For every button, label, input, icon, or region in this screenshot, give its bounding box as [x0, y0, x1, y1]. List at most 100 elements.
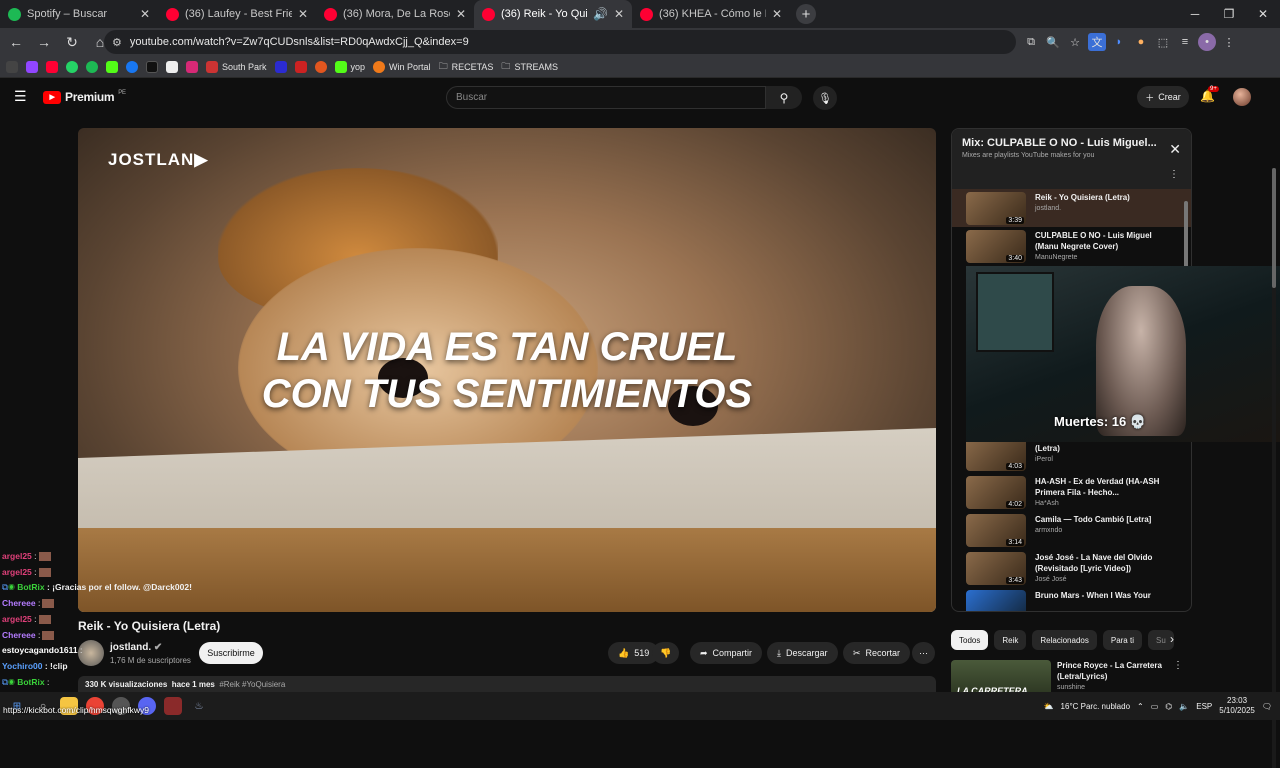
tiktok-icon[interactable]: [146, 60, 158, 73]
app-icon[interactable]: [164, 697, 182, 715]
search-input[interactable]: Buscar: [446, 86, 766, 109]
duration: 3:39: [1006, 217, 1024, 224]
share-label: Compartir: [712, 648, 753, 658]
chevron-up-icon[interactable]: ⌃: [1137, 702, 1144, 711]
tab-reik[interactable]: (36) Reik - Yo Quisiera (Letr 🔊 ✕: [474, 0, 632, 28]
create-button[interactable]: ＋ Crear: [1137, 86, 1189, 108]
close-icon[interactable]: ✕: [772, 7, 782, 21]
twitch-icon[interactable]: [26, 60, 38, 73]
amazon-icon[interactable]: [166, 60, 178, 73]
chip-todos[interactable]: Todos: [951, 630, 989, 650]
bookmark-icon[interactable]: [314, 60, 327, 73]
more-icon[interactable]: ⋮: [1169, 169, 1179, 180]
bookmark-m-icon[interactable]: [274, 60, 287, 73]
apps-icon[interactable]: [6, 60, 18, 73]
battery-icon[interactable]: ▭: [1151, 702, 1159, 711]
close-window-icon[interactable]: ✕: [1246, 0, 1280, 28]
mix-title[interactable]: Mix: CULPABLE O NO - Luis Miguel...: [962, 137, 1162, 149]
chat-user: argel25: [2, 551, 32, 561]
hashtags[interactable]: #Reik #YoQuisiera: [219, 680, 285, 689]
menu-icon[interactable]: ☰: [14, 89, 28, 103]
close-icon[interactable]: ✕: [298, 7, 308, 21]
star-icon[interactable]: ☆: [1066, 33, 1084, 51]
reload-icon[interactable]: ↻: [60, 30, 84, 54]
speaker-icon[interactable]: 🔊: [593, 7, 608, 21]
playlist-item[interactable]: 4:02 HA-ASH - Ex de Verdad (HA-ASH Prime…: [952, 473, 1191, 511]
playlist-scrollbar[interactable]: [1184, 201, 1188, 271]
tab-mora[interactable]: (36) Mora, De La Rose - AURO ✕: [316, 0, 474, 28]
bookmark-yop[interactable]: yop: [334, 60, 365, 73]
video-player[interactable]: JOSTLAN▶ LA VIDA ES TAN CRUEL CON TUS SE…: [78, 128, 936, 612]
playlist-item[interactable]: 3:40 CULPABLE O NO - Luis Miguel (Manu N…: [952, 227, 1191, 265]
scroll-thumb[interactable]: [1272, 168, 1276, 288]
youtube-icon[interactable]: [46, 60, 58, 73]
media-icon[interactable]: ≡: [1176, 33, 1194, 51]
bookmark-icon[interactable]: [294, 60, 307, 73]
bookmark-streams[interactable]: 🗀 STREAMS: [501, 59, 558, 75]
kick-icon: [334, 60, 347, 73]
mix-subtitle: Mixes are playlists YouTube makes for yo…: [962, 152, 1095, 159]
chip-relacionados[interactable]: Relacionados: [1032, 630, 1097, 650]
tab-spotify[interactable]: Spotify – Buscar ✕: [0, 0, 158, 28]
menu-icon[interactable]: ⋮: [1220, 33, 1238, 51]
back-icon[interactable]: ←: [4, 30, 28, 54]
whatsapp-icon[interactable]: [66, 60, 78, 73]
mic-icon[interactable]: 🎙: [813, 86, 837, 110]
language-indicator[interactable]: ESP: [1196, 702, 1212, 711]
close-icon[interactable]: ✕: [456, 7, 466, 21]
instagram-icon[interactable]: [186, 60, 198, 73]
facebook-icon[interactable]: [126, 60, 138, 73]
spotify-icon[interactable]: [86, 60, 98, 73]
playlist-item[interactable]: Bruno Mars - When I Was Your: [952, 587, 1191, 611]
weather-text[interactable]: 16°C Parc. nublado: [1061, 702, 1130, 711]
bookmark-recetas[interactable]: 🗀 RECETAS: [439, 59, 494, 75]
install-icon[interactable]: ⧉: [1022, 33, 1040, 51]
tab-laufey[interactable]: (36) Laufey - Best Friend || Esp ✕: [158, 0, 316, 28]
dislike-button[interactable]: 👎: [652, 642, 680, 664]
playlist-item[interactable]: 3:14 Camila — Todo Cambió [Letra] armxndo: [952, 511, 1191, 549]
share-button[interactable]: ➦ Compartir: [690, 642, 763, 664]
download-button[interactable]: ⤓ Descargar: [767, 642, 838, 664]
forward-icon[interactable]: →: [32, 30, 56, 54]
steam-icon[interactable]: ♨: [190, 697, 208, 715]
close-icon[interactable]: ✕: [1169, 141, 1181, 158]
chevron-right-icon[interactable]: ›: [1170, 632, 1174, 646]
minimize-icon[interactable]: ─: [1178, 0, 1212, 28]
close-icon[interactable]: ✕: [140, 7, 150, 21]
weather-icon[interactable]: ⛅: [1044, 702, 1054, 711]
new-tab-button[interactable]: +: [796, 4, 816, 24]
clip-button[interactable]: ✂ Recortar: [843, 642, 911, 664]
notifications-icon[interactable]: 🗨: [1262, 702, 1272, 711]
search-icon[interactable]: ⚲: [766, 86, 802, 109]
network-icon[interactable]: ⌬: [1165, 702, 1172, 711]
address-bar-row: ← → ↻ ⌂ ⚙ youtube.com/watch?v=Zw7qCUDsnl…: [0, 28, 1280, 56]
bookmark-win-portal[interactable]: Win Portal: [373, 60, 431, 73]
more-button[interactable]: ⋯: [912, 642, 935, 664]
duration: 3:40: [1006, 255, 1024, 262]
clock[interactable]: 23:03 5/10/2025: [1219, 696, 1255, 716]
puzzle-icon[interactable]: ⬚: [1154, 33, 1172, 51]
volume-icon[interactable]: 🔈: [1179, 702, 1189, 711]
playlist-item[interactable]: 3:39 Reik - Yo Quisiera (Letra) jostland.: [952, 189, 1191, 227]
kick-icon[interactable]: [106, 60, 118, 73]
avatar[interactable]: [1233, 88, 1251, 106]
playlist-item[interactable]: 3:43 José José - La Nave del Olvido (Rev…: [952, 549, 1191, 587]
chip-para-ti[interactable]: Para ti: [1102, 630, 1142, 650]
profile-icon[interactable]: •: [1198, 33, 1216, 51]
youtube-premium-logo[interactable]: ▶ Premium PE: [43, 90, 126, 104]
bookmark-south-park[interactable]: South Park: [206, 60, 267, 73]
more-icon: ⋯: [919, 647, 928, 658]
url-field[interactable]: ⚙ youtube.com/watch?v=Zw7qCUDsnls&list=R…: [104, 30, 1016, 54]
restore-icon[interactable]: ❐: [1212, 0, 1246, 28]
chat-user: BotRix: [17, 582, 45, 593]
chip-reik[interactable]: Reik: [994, 630, 1027, 650]
site-info-icon[interactable]: ⚙: [112, 36, 122, 49]
extension-icon[interactable]: ◗: [1110, 33, 1128, 51]
page-scrollbar[interactable]: [1272, 168, 1276, 768]
close-icon[interactable]: ✕: [614, 7, 624, 21]
translate-icon[interactable]: 文: [1088, 33, 1106, 51]
subscribe-button[interactable]: Suscribirme: [199, 642, 263, 664]
extension-icon[interactable]: ●: [1132, 33, 1150, 51]
zoom-icon[interactable]: 🔍: [1044, 33, 1062, 51]
tab-khea[interactable]: (36) KHEA - Cómo le Digo - Yo ✕: [632, 0, 790, 28]
